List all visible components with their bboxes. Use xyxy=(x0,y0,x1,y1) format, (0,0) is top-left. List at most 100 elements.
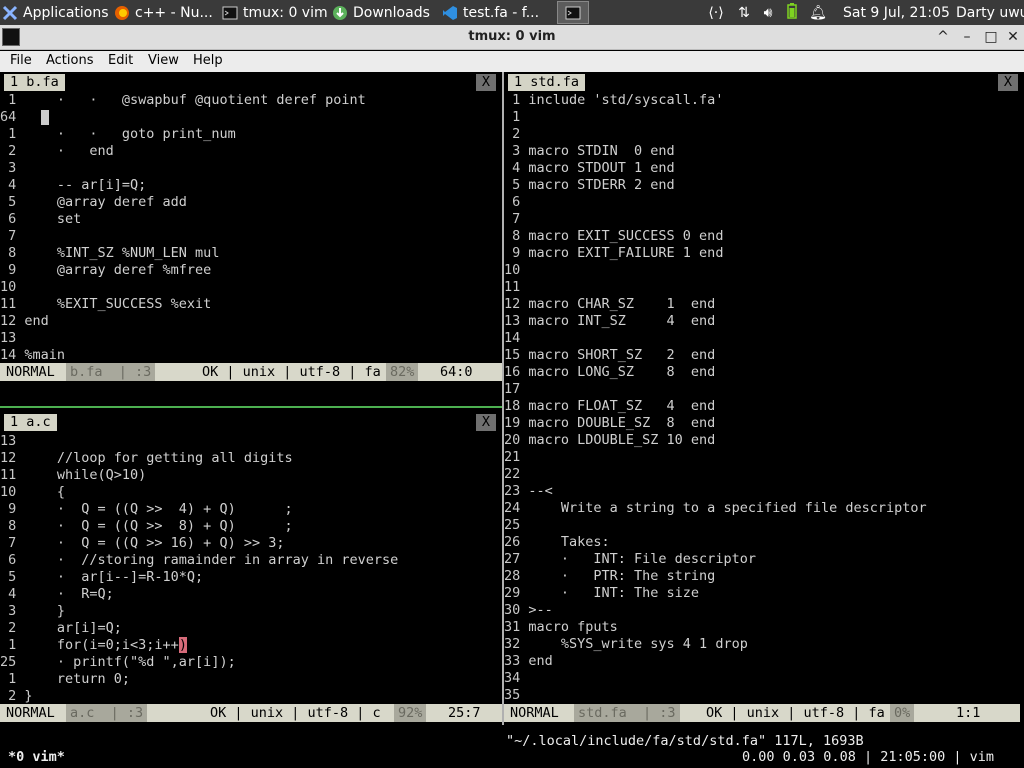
clock[interactable]: Sat 9 Jul, 21:05 xyxy=(843,0,950,25)
code-line[interactable]: 1 · · @swapbuf @quotient deref point xyxy=(0,92,366,109)
vim-pane-std-fa[interactable]: 1 std.fa X 1 include 'std/syscall.fa' 1 2… xyxy=(504,72,1024,725)
code-line[interactable]: 13 xyxy=(0,330,24,347)
transfer-icon[interactable]: ⇅ xyxy=(732,5,756,21)
code-line[interactable]: 3 macro STDIN 0 end xyxy=(504,143,675,160)
code-line[interactable]: 2 xyxy=(504,126,528,143)
code-line[interactable]: 2 ar[i]=Q; xyxy=(0,620,122,637)
code-line[interactable]: 5 @array deref add xyxy=(0,194,187,211)
applications-menu[interactable]: Applications xyxy=(2,1,110,24)
tab-a-c[interactable]: 1 a.c xyxy=(4,414,57,431)
shade-button[interactable]: ^ xyxy=(934,27,952,47)
vim-pane-a-c[interactable]: 1 a.c X 13 12 //loop for getting all dig… xyxy=(0,412,502,725)
code-line[interactable]: 24 Write a string to a specified file de… xyxy=(504,500,927,517)
tab-close-button[interactable]: X xyxy=(998,74,1018,91)
code-line[interactable]: 6 · //storing ramainder in array in reve… xyxy=(0,552,398,569)
code-line[interactable]: 5 macro STDERR 2 end xyxy=(504,177,675,194)
network-icon[interactable]: ⟨·⟩ xyxy=(706,5,726,21)
code-line[interactable]: 12 macro CHAR_SZ 1 end xyxy=(504,296,715,313)
code-line[interactable]: 64 xyxy=(0,109,49,126)
code-line[interactable]: 17 xyxy=(504,381,528,398)
code-line[interactable]: 2 · end xyxy=(0,143,114,160)
code-line[interactable]: 33 end xyxy=(504,653,553,670)
code-line[interactable]: 4 · R=Q; xyxy=(0,586,114,603)
menu-edit[interactable]: Edit xyxy=(108,53,133,68)
code-line[interactable]: 1 include 'std/syscall.fa' xyxy=(504,92,723,109)
menu-help[interactable]: Help xyxy=(193,53,223,68)
code-line[interactable]: 3 xyxy=(0,160,24,177)
code-line[interactable]: 21 xyxy=(504,449,528,466)
code-line[interactable]: 35 xyxy=(504,687,528,704)
tab-close-button[interactable]: X xyxy=(476,74,496,91)
bell-icon[interactable]: 🔔︎ xyxy=(808,5,828,21)
code-line[interactable]: 32 %SYS_write sys 4 1 drop xyxy=(504,636,748,653)
code-line[interactable]: 9 · Q = ((Q >> 4) + Q) ; xyxy=(0,501,292,518)
code-line[interactable]: 10 xyxy=(504,262,528,279)
menu-file[interactable]: File xyxy=(10,53,32,68)
code-line[interactable]: 11 while(Q>10) xyxy=(0,467,146,484)
code-line[interactable]: 28 · PTR: The string xyxy=(504,568,715,585)
code-line[interactable]: 6 xyxy=(504,194,528,211)
tab-std-fa[interactable]: 1 std.fa xyxy=(508,74,586,91)
tmux-window-tab[interactable]: *0 vim* xyxy=(8,749,65,765)
code-line[interactable]: 11 %EXIT_SUCCESS %exit xyxy=(0,296,211,313)
pane-divider-horizontal[interactable] xyxy=(0,406,502,408)
code-line[interactable]: 4 macro STDOUT 1 end xyxy=(504,160,675,177)
code-line[interactable]: 12 end xyxy=(0,313,49,330)
code-line[interactable]: 12 //loop for getting all digits xyxy=(0,450,293,467)
volume-icon[interactable]: 🔊︎ xyxy=(758,5,778,21)
code-line[interactable]: 7 xyxy=(504,211,528,228)
window-titlebar[interactable]: tmux: 0 vim ^ – □ ✕ xyxy=(0,25,1024,50)
code-line[interactable]: 1 return 0; xyxy=(0,671,130,688)
code-line[interactable]: 6 set xyxy=(0,211,81,228)
code-line[interactable]: 15 macro SHORT_SZ 2 end xyxy=(504,347,715,364)
code-line[interactable]: 14 xyxy=(504,330,528,347)
code-line[interactable]: 31 macro fputs xyxy=(504,619,618,636)
code-line[interactable]: 25 · printf("%d ",ar[i]); xyxy=(0,654,236,671)
code-line[interactable]: 3 } xyxy=(0,603,65,620)
code-line[interactable]: 30 >-- xyxy=(504,602,553,619)
code-line[interactable]: 26 Takes: xyxy=(504,534,610,551)
menu-actions[interactable]: Actions xyxy=(46,53,94,68)
battery-icon[interactable] xyxy=(782,2,802,23)
code-line[interactable]: 1 · · goto print_num xyxy=(0,126,236,143)
maximize-button[interactable]: □ xyxy=(982,27,1000,47)
code-line[interactable]: 16 macro LONG_SZ 8 end xyxy=(504,364,715,381)
code-line[interactable]: 34 xyxy=(504,670,528,687)
code-line[interactable]: 8 · Q = ((Q >> 8) + Q) ; xyxy=(0,518,292,535)
code-line[interactable]: 10 { xyxy=(0,484,65,501)
menu-view[interactable]: View xyxy=(148,53,179,68)
minimize-button[interactable]: – xyxy=(958,27,976,47)
task-tmux[interactable]: tmux: 0 vim xyxy=(222,1,330,24)
terminal-area[interactable]: 1 b.fa X 1 · · @swapbuf @quotient deref … xyxy=(0,72,1024,768)
code-line[interactable]: 9 macro EXIT_FAILURE 1 end xyxy=(504,245,723,262)
user-name[interactable]: Darty uwu xyxy=(956,0,1024,25)
code-line[interactable]: 13 macro INT_SZ 4 end xyxy=(504,313,715,330)
code-line[interactable]: 29 · INT: The size xyxy=(504,585,699,602)
vim-pane-b-fa[interactable]: 1 b.fa X 1 · · @swapbuf @quotient deref … xyxy=(0,72,502,406)
task-downloads[interactable]: Downloads xyxy=(332,1,438,24)
code-line[interactable]: 11 xyxy=(504,279,528,296)
code-line[interactable]: 5 · ar[i--]=R-10*Q; xyxy=(0,569,203,586)
code-line[interactable]: 1 for(i=0;i<3;i++) xyxy=(0,637,187,654)
code-line[interactable]: 23 --< xyxy=(504,483,553,500)
tab-close-button[interactable]: X xyxy=(476,414,496,431)
code-line[interactable]: 27 · INT: File descriptor xyxy=(504,551,756,568)
close-button[interactable]: ✕ xyxy=(1004,27,1022,47)
code-line[interactable]: 20 macro LDOUBLE_SZ 10 end xyxy=(504,432,715,449)
code-line[interactable]: 25 xyxy=(504,517,528,534)
code-line[interactable]: 7 · Q = ((Q >> 16) + Q) >> 3; xyxy=(0,535,284,552)
code-line[interactable]: 14 %main xyxy=(0,347,65,364)
code-line[interactable]: 22 xyxy=(504,466,528,483)
code-line[interactable]: 18 macro FLOAT_SZ 4 end xyxy=(504,398,715,415)
task-firefox[interactable]: c++ - Nu... xyxy=(114,1,218,24)
task-vscode[interactable]: test.fa - f... xyxy=(442,1,550,24)
code-line[interactable]: 13 xyxy=(0,433,24,450)
task-terminal-active[interactable] xyxy=(557,1,589,24)
code-line[interactable]: 19 macro DOUBLE_SZ 8 end xyxy=(504,415,715,432)
code-line[interactable]: 7 xyxy=(0,228,24,245)
code-line[interactable]: 8 %INT_SZ %NUM_LEN mul xyxy=(0,245,219,262)
tab-b-fa[interactable]: 1 b.fa xyxy=(4,74,65,91)
code-line[interactable]: 9 @array deref %mfree xyxy=(0,262,211,279)
code-line[interactable]: 4 -- ar[i]=Q; xyxy=(0,177,146,194)
code-line[interactable]: 1 xyxy=(504,109,528,126)
